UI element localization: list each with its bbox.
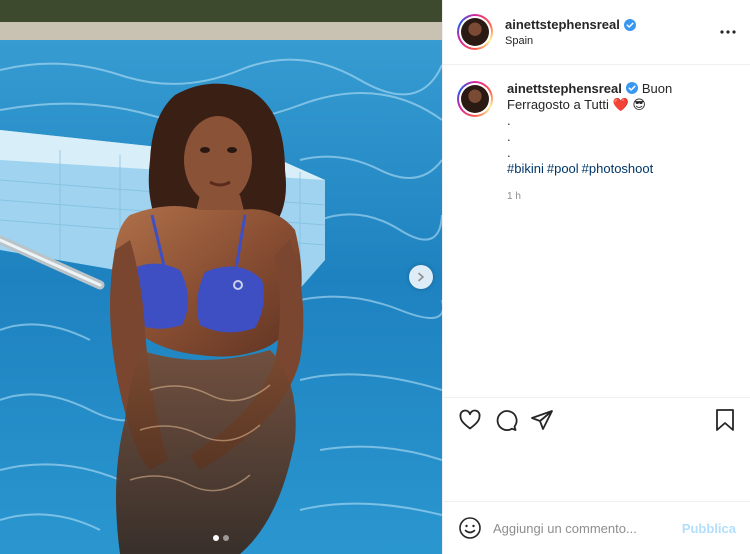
comment-composer: Pubblica <box>443 501 750 554</box>
comments-area: ainettstephensreal Buon Ferragosto a Tut… <box>443 65 750 397</box>
post-header: ainettstephensreal Spain <box>443 0 750 65</box>
pool-photo <box>0 0 442 554</box>
caption-dot: . <box>507 113 511 128</box>
share-button[interactable] <box>529 407 555 433</box>
user-block: ainettstephensreal Spain <box>505 17 636 47</box>
avatar-image <box>461 18 489 46</box>
hashtag-link[interactable]: #bikini <box>507 161 544 176</box>
avatar[interactable] <box>457 14 493 50</box>
post-side-panel: ainettstephensreal Spain ainettstephensr… <box>442 0 750 554</box>
emoji-icon <box>459 517 481 539</box>
heart-emoji: ❤️ <box>612 97 629 112</box>
save-button[interactable] <box>712 407 738 433</box>
likes-area <box>443 441 750 501</box>
post-media[interactable] <box>0 0 442 554</box>
caption-dot: . <box>507 145 511 160</box>
slide-dot-active <box>213 535 219 541</box>
verified-badge-icon <box>625 82 638 94</box>
next-slide-button[interactable] <box>409 265 433 289</box>
heart-icon <box>459 409 481 429</box>
username-link[interactable]: ainettstephensreal <box>505 17 620 32</box>
caption-username-link[interactable]: ainettstephensreal <box>507 81 622 96</box>
hashtag-link[interactable]: #pool <box>547 161 579 176</box>
more-options-icon <box>720 30 736 34</box>
comment-input[interactable] <box>493 520 682 536</box>
action-bar <box>443 397 750 441</box>
share-icon <box>531 409 553 430</box>
chevron-right-icon <box>418 272 424 282</box>
verified-badge-icon <box>623 18 636 31</box>
like-button[interactable] <box>457 407 483 433</box>
hashtag-link[interactable]: #photoshoot <box>582 161 654 176</box>
emoji-button[interactable] <box>457 515 483 541</box>
post-dialog: ainettstephensreal Spain ainettstephensr… <box>0 0 750 554</box>
more-options-button[interactable] <box>720 24 736 40</box>
caption-dot: . <box>507 129 511 144</box>
location-link[interactable]: Spain <box>505 35 636 47</box>
avatar-image <box>461 85 489 113</box>
slide-dot <box>223 535 229 541</box>
hashtags: #bikini #pool #photoshoot <box>507 161 735 177</box>
caption: ainettstephensreal Buon Ferragosto a Tut… <box>457 81 736 205</box>
comment-icon <box>496 409 518 431</box>
post-timestamp[interactable]: 1 h <box>507 189 735 205</box>
publish-button[interactable]: Pubblica <box>682 521 736 536</box>
bookmark-icon <box>716 409 734 431</box>
caption-avatar[interactable] <box>457 81 493 117</box>
comment-button[interactable] <box>493 407 519 433</box>
sunglasses-emoji: 😎 <box>632 97 646 112</box>
slide-indicator <box>0 535 442 541</box>
caption-body: ainettstephensreal Buon Ferragosto a Tut… <box>507 81 735 205</box>
